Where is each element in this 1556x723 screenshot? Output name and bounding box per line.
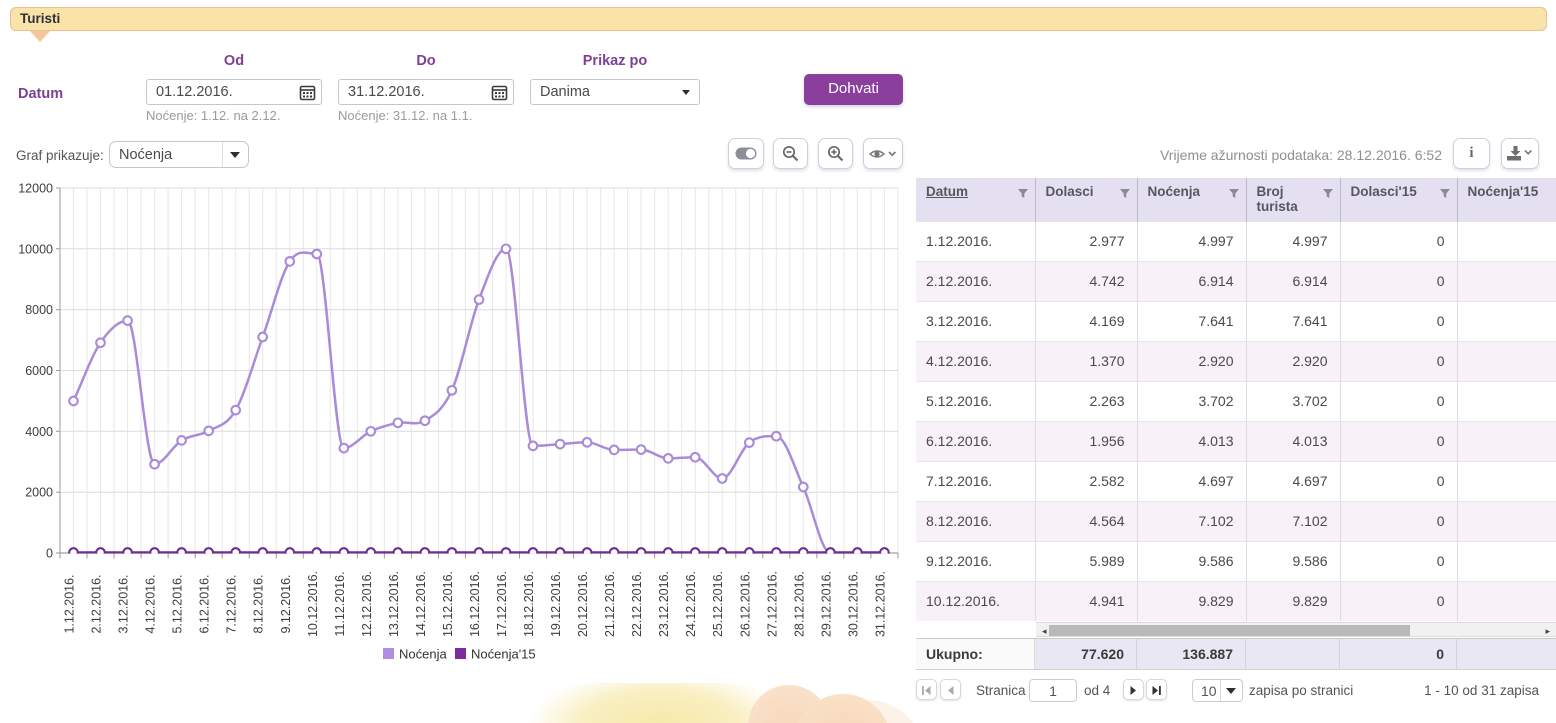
svg-text:20.12.2016.: 20.12.2016. — [576, 571, 590, 637]
svg-text:3.12.2016.: 3.12.2016. — [117, 574, 131, 633]
svg-text:27.12.2016.: 27.12.2016. — [765, 571, 779, 637]
svg-text:12.12.2016.: 12.12.2016. — [360, 571, 374, 637]
svg-text:17.12.2016.: 17.12.2016. — [495, 571, 509, 637]
svg-text:22.12.2016.: 22.12.2016. — [630, 571, 644, 637]
svg-text:6000: 6000 — [25, 364, 53, 378]
svg-text:2.12.2016.: 2.12.2016. — [90, 574, 104, 633]
svg-text:10.12.2016.: 10.12.2016. — [306, 571, 320, 637]
svg-text:Noćenja'15: Noćenja'15 — [471, 647, 536, 662]
svg-text:2000: 2000 — [25, 486, 53, 500]
svg-text:31.12.2016.: 31.12.2016. — [873, 571, 887, 637]
svg-text:11.12.2016.: 11.12.2016. — [333, 571, 347, 636]
svg-text:24.12.2016.: 24.12.2016. — [684, 571, 698, 637]
svg-text:26.12.2016.: 26.12.2016. — [738, 571, 752, 637]
svg-text:10000: 10000 — [18, 242, 53, 256]
svg-text:13.12.2016.: 13.12.2016. — [387, 571, 401, 637]
svg-text:1.12.2016.: 1.12.2016. — [63, 574, 77, 633]
svg-text:23.12.2016.: 23.12.2016. — [657, 571, 671, 637]
svg-text:14.12.2016.: 14.12.2016. — [414, 571, 428, 637]
svg-text:15.12.2016.: 15.12.2016. — [441, 571, 455, 637]
svg-text:12000: 12000 — [18, 182, 53, 196]
svg-text:28.12.2016.: 28.12.2016. — [792, 571, 806, 637]
svg-text:19.12.2016.: 19.12.2016. — [549, 571, 563, 637]
svg-text:21.12.2016.: 21.12.2016. — [603, 571, 617, 637]
svg-text:8.12.2016.: 8.12.2016. — [252, 574, 266, 633]
svg-text:6.12.2016.: 6.12.2016. — [198, 574, 212, 633]
svg-text:18.12.2016.: 18.12.2016. — [522, 571, 536, 637]
svg-text:4.12.2016.: 4.12.2016. — [144, 574, 158, 633]
svg-text:0: 0 — [46, 547, 53, 561]
svg-text:30.12.2016.: 30.12.2016. — [846, 571, 860, 637]
svg-text:29.12.2016.: 29.12.2016. — [819, 571, 833, 637]
svg-text:Noćenja: Noćenja — [399, 647, 447, 662]
svg-text:16.12.2016.: 16.12.2016. — [468, 571, 482, 637]
svg-text:4000: 4000 — [25, 425, 53, 439]
svg-text:25.12.2016.: 25.12.2016. — [711, 571, 725, 637]
svg-text:9.12.2016.: 9.12.2016. — [279, 574, 293, 633]
svg-text:8000: 8000 — [25, 303, 53, 317]
svg-text:7.12.2016.: 7.12.2016. — [225, 574, 239, 633]
svg-text:5.12.2016.: 5.12.2016. — [171, 574, 185, 633]
